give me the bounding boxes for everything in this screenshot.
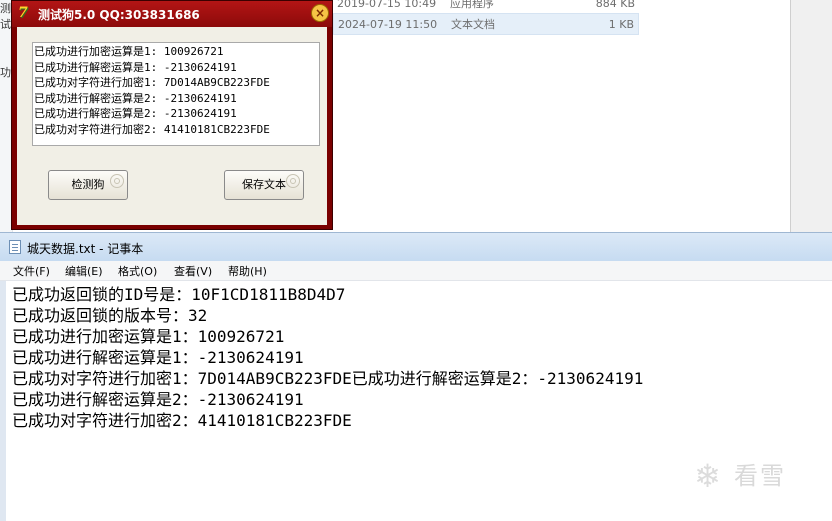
dialog-title: 测试狗5.0 QQ:303831686: [38, 8, 200, 22]
kanxue-watermark: ❄ 看雪: [694, 456, 814, 496]
notepad-menubar: 文件(F) 编辑(E) 格式(O) 查看(V) 帮助(H): [0, 261, 832, 281]
explorer-preview-pane: [790, 0, 832, 232]
snowflake-icon: ❄: [694, 457, 721, 495]
text-line: 已成功返回锁的ID号是：10F1CD1811B8D4D7: [12, 285, 346, 304]
dialog-body: 已成功进行加密运算是1: 100926721 已成功进行解密运算是1: -213…: [17, 27, 327, 225]
menu-format[interactable]: 格式(O): [118, 263, 157, 279]
file-date: 2024-07-19 11:50: [338, 18, 438, 31]
close-icon[interactable]: ×: [311, 4, 329, 22]
notepad-titlebar[interactable]: 城天数据.txt - 记事本: [0, 233, 832, 261]
file-row-selected[interactable]: 2024-07-19 11:50 文本文档 1 KB: [333, 13, 639, 35]
text-line: 已成功进行加密运算是1：100926721: [12, 327, 285, 346]
save-text-label: 保存文本: [242, 178, 286, 191]
output-line: 已成功进行解密运算是2: -2130624191: [34, 91, 237, 105]
swirl-ornament-icon: [286, 174, 300, 188]
text-line: 已成功对字符进行加密1：7D014AB9CB223FDE已成功进行解密运算是2：…: [12, 369, 644, 388]
text-line: 已成功进行解密运算是2：-2130624191: [12, 390, 304, 409]
output-textbox[interactable]: 已成功进行加密运算是1: 100926721 已成功进行解密运算是1: -213…: [32, 42, 320, 146]
dialog-titlebar[interactable]: 7 测试狗5.0 QQ:303831686 ×: [12, 1, 332, 27]
detect-dongle-label: 检测狗: [71, 178, 105, 191]
watermark-text: 看雪: [734, 462, 786, 490]
notepad-icon: [9, 240, 21, 254]
text-line: 已成功返回锁的版本号：32: [12, 306, 208, 325]
output-line: 已成功对字符进行加密1: 7D014AB9CB223FDE: [34, 76, 270, 89]
menu-view[interactable]: 查看(V): [174, 263, 212, 279]
notepad-title: 城天数据.txt - 记事本: [27, 242, 144, 256]
output-line: 已成功进行解密运算是2: -2130624191: [34, 107, 237, 120]
app-logo-icon: 7: [18, 5, 28, 21]
file-size: 1 KB: [608, 18, 634, 31]
output-line: 已成功对字符进行加密2: 41410181CB223FDE: [34, 122, 270, 136]
file-type: 文本文档: [451, 18, 495, 31]
dongle-tester-dialog: 7 测试狗5.0 QQ:303831686 × 已成功进行加密运算是1: 100…: [11, 0, 333, 230]
swirl-ornament-icon: [110, 174, 124, 188]
menu-file[interactable]: 文件(F): [13, 263, 50, 279]
detect-dongle-button[interactable]: 检测狗: [48, 170, 128, 200]
save-text-button[interactable]: 保存文本: [224, 170, 304, 200]
text-line: 已成功对字符进行加密2：41410181CB223FDE: [12, 411, 352, 430]
menu-edit[interactable]: 编辑(E): [65, 263, 103, 279]
text-line: 已成功进行解密运算是1：-2130624191: [12, 348, 304, 367]
menu-help[interactable]: 帮助(H): [228, 263, 267, 279]
output-line: 已成功进行加密运算是1: 100926721: [34, 45, 224, 58]
output-line: 已成功进行解密运算是1: -2130624191: [34, 60, 237, 74]
